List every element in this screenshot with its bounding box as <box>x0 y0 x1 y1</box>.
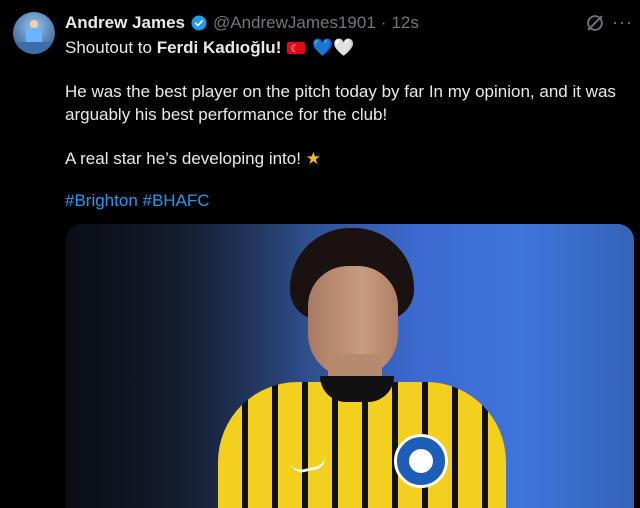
tweet-body-line-2: arguably his best performance for the cl… <box>65 105 388 124</box>
tweet-body-line-1: He was the best player on the pitch toda… <box>65 82 616 101</box>
tweet-body-line-3: A real star he’s developing into! ★ <box>65 148 321 170</box>
turkey-flag-icon <box>287 39 306 61</box>
blue-heart-icon: 💙 <box>312 38 334 57</box>
avatar-figure-head <box>30 20 38 28</box>
separator-dot: · <box>380 13 387 32</box>
shoutout-intro: Shoutout to <box>65 38 157 57</box>
author-handle[interactable]: @AndrewJames1901 <box>213 13 376 33</box>
club-badge-icon <box>394 434 448 488</box>
tweet-line-shoutout: Shoutout to Ferdi Kadıoğlu! 💙🤍 <box>65 37 355 61</box>
author-name[interactable]: Andrew James <box>65 13 185 33</box>
more-icon[interactable]: ··· <box>612 12 633 32</box>
mention-name: Ferdi Kadıoğlu! <box>156 38 282 57</box>
timestamp[interactable]: 12s <box>391 13 418 33</box>
tweet-header: Andrew James @AndrewJames1901 · 12s <box>65 12 419 34</box>
avatar[interactable] <box>13 12 55 54</box>
avatar-background-crowd <box>13 42 55 54</box>
hashtag-brighton[interactable]: #Brighton <box>65 191 138 210</box>
grok-icon[interactable] <box>584 12 606 34</box>
verified-badge-icon <box>191 15 207 31</box>
hashtags: #Brighton #BHAFC <box>65 190 210 212</box>
star-icon: ★ <box>305 149 321 168</box>
developing-text: A real star he’s developing into! <box>65 149 301 168</box>
white-heart-icon: 🤍 <box>333 38 355 57</box>
hashtag-bhafc[interactable]: #BHAFC <box>143 191 210 210</box>
tweet-media-image[interactable] <box>66 224 634 508</box>
